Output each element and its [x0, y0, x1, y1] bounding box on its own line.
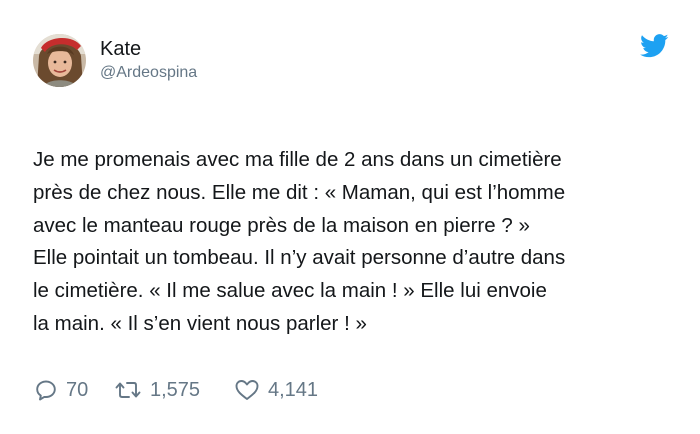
- like-count: 4,141: [268, 379, 319, 401]
- avatar-photo-icon: [33, 33, 86, 87]
- reply-count: 70: [66, 379, 89, 401]
- tweet-text-line: Elle pointait un tombeau. Il n’y avait p…: [33, 246, 566, 270]
- reply-button[interactable]: 70: [34, 375, 114, 405]
- retweet-button[interactable]: 1,575: [114, 375, 234, 405]
- tweet-text: Je me promenais avec ma fille de 2 ans d…: [33, 144, 683, 341]
- retweet-count: 1,575: [150, 379, 201, 401]
- like-button[interactable]: 4,141: [234, 375, 318, 405]
- tweet-text-line: près de chez nous. Elle me dit : « Maman…: [33, 180, 566, 204]
- heart-icon: [235, 380, 259, 400]
- retweet-icon: [115, 382, 141, 398]
- tweet-text-line: avec le manteau rouge près de la maison …: [33, 213, 530, 237]
- user-handle[interactable]: @Ardeospina: [100, 62, 197, 84]
- user-names: Kate @Ardeospina: [100, 37, 197, 84]
- display-name[interactable]: Kate: [100, 37, 197, 61]
- tweet-card: Kate @Ardeospina Je me promenais avec ma…: [0, 0, 700, 434]
- tweet-text-line: Je me promenais avec ma fille de 2 ans d…: [33, 148, 562, 171]
- reply-icon: [36, 380, 56, 401]
- tweet-header: Kate @Ardeospina: [33, 32, 197, 88]
- twitter-logo-icon: [639, 34, 669, 58]
- twitter-bird-icon[interactable]: [639, 34, 669, 58]
- tweet-actions: 70 1,575 4,141: [34, 375, 318, 405]
- tweet-text-line: le cimetière. « Il me salue avec la main…: [33, 279, 547, 303]
- tweet-text-line: la main. « Il s’en vient nous parler ! »: [33, 311, 367, 335]
- avatar[interactable]: [33, 33, 86, 87]
